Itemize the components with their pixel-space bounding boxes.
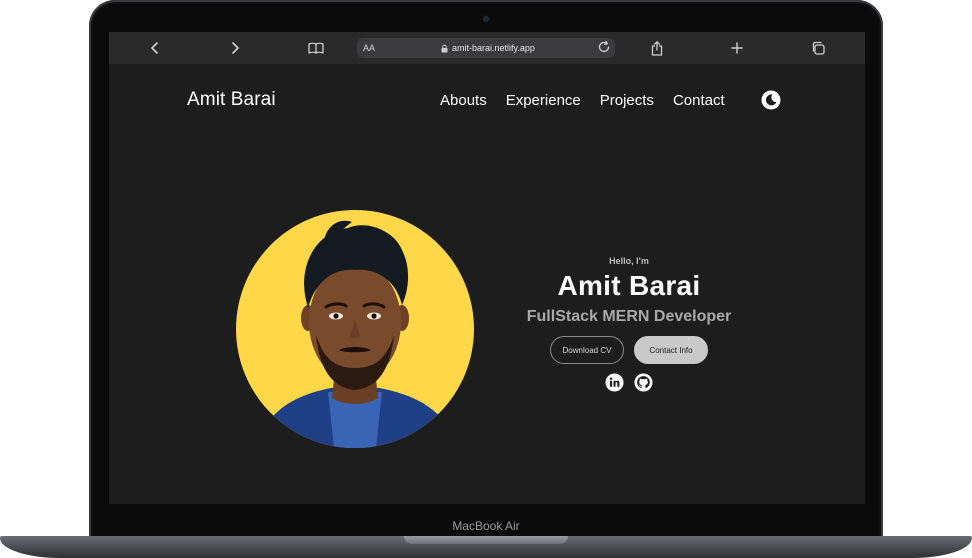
- new-tab-button[interactable]: [726, 38, 748, 58]
- social-links: [489, 373, 769, 392]
- chevron-right-icon: [232, 42, 239, 54]
- forward-button[interactable]: [224, 38, 246, 58]
- nav-link-experience[interactable]: Experience: [506, 92, 581, 109]
- hero-buttons: Download CV Contact Info: [489, 336, 769, 364]
- plus-icon: [731, 42, 743, 54]
- profile-illustration: [256, 220, 458, 448]
- hero-greeting: Hello, I'm: [609, 256, 649, 266]
- device-label: MacBook Air: [452, 519, 520, 533]
- lock-icon: [441, 44, 448, 52]
- address-bar[interactable]: AA amit-barai.netlify.app: [357, 38, 615, 58]
- nav-links: Abouts Experience Projects Contact: [440, 92, 744, 109]
- tab-overview-button[interactable]: [807, 38, 829, 58]
- share-button[interactable]: [646, 38, 668, 58]
- nav-link-abouts[interactable]: Abouts: [440, 92, 487, 109]
- camera: [483, 16, 489, 22]
- url-text: amit-barai.netlify.app: [452, 43, 535, 53]
- brand-logo-text[interactable]: Amit Barai: [187, 89, 276, 111]
- reload-icon: [598, 40, 610, 53]
- linkedin-icon[interactable]: [605, 373, 624, 392]
- browser-toolbar: AA amit-barai.netlify.app: [109, 32, 865, 64]
- url-display: amit-barai.netlify.app: [441, 41, 535, 55]
- nav-link-projects[interactable]: Projects: [600, 92, 654, 109]
- reader-button[interactable]: [305, 38, 327, 58]
- contact-info-button[interactable]: Contact Info: [634, 336, 708, 364]
- tabs-icon: [812, 41, 825, 55]
- site-navbar: Amit Barai Abouts Experience Projects Co…: [109, 64, 865, 134]
- chevron-left-icon: [151, 42, 158, 54]
- laptop-mockup: AA amit-barai.netlify.app Amit Barai Abo…: [0, 0, 972, 558]
- laptop-notch: [404, 536, 568, 544]
- profile-photo: [236, 210, 474, 448]
- github-icon[interactable]: [634, 373, 653, 392]
- book-icon: [308, 42, 324, 54]
- theme-toggle-button[interactable]: [761, 90, 781, 110]
- moon-icon: [761, 90, 781, 110]
- text-size-button[interactable]: AA: [363, 41, 375, 55]
- hero-role: FullStack MERN Developer: [526, 308, 732, 325]
- download-cv-button[interactable]: Download CV: [550, 336, 624, 364]
- nav-link-contact[interactable]: Contact: [673, 92, 725, 109]
- reload-button[interactable]: [597, 40, 611, 59]
- share-icon: [651, 40, 663, 56]
- hero-name: Amit Barai: [557, 270, 701, 301]
- back-button[interactable]: [144, 38, 166, 58]
- hero-intro: Hello, I'm Amit Barai FullStack MERN Dev…: [489, 252, 769, 392]
- screen: AA amit-barai.netlify.app Amit Barai Abo…: [109, 32, 865, 504]
